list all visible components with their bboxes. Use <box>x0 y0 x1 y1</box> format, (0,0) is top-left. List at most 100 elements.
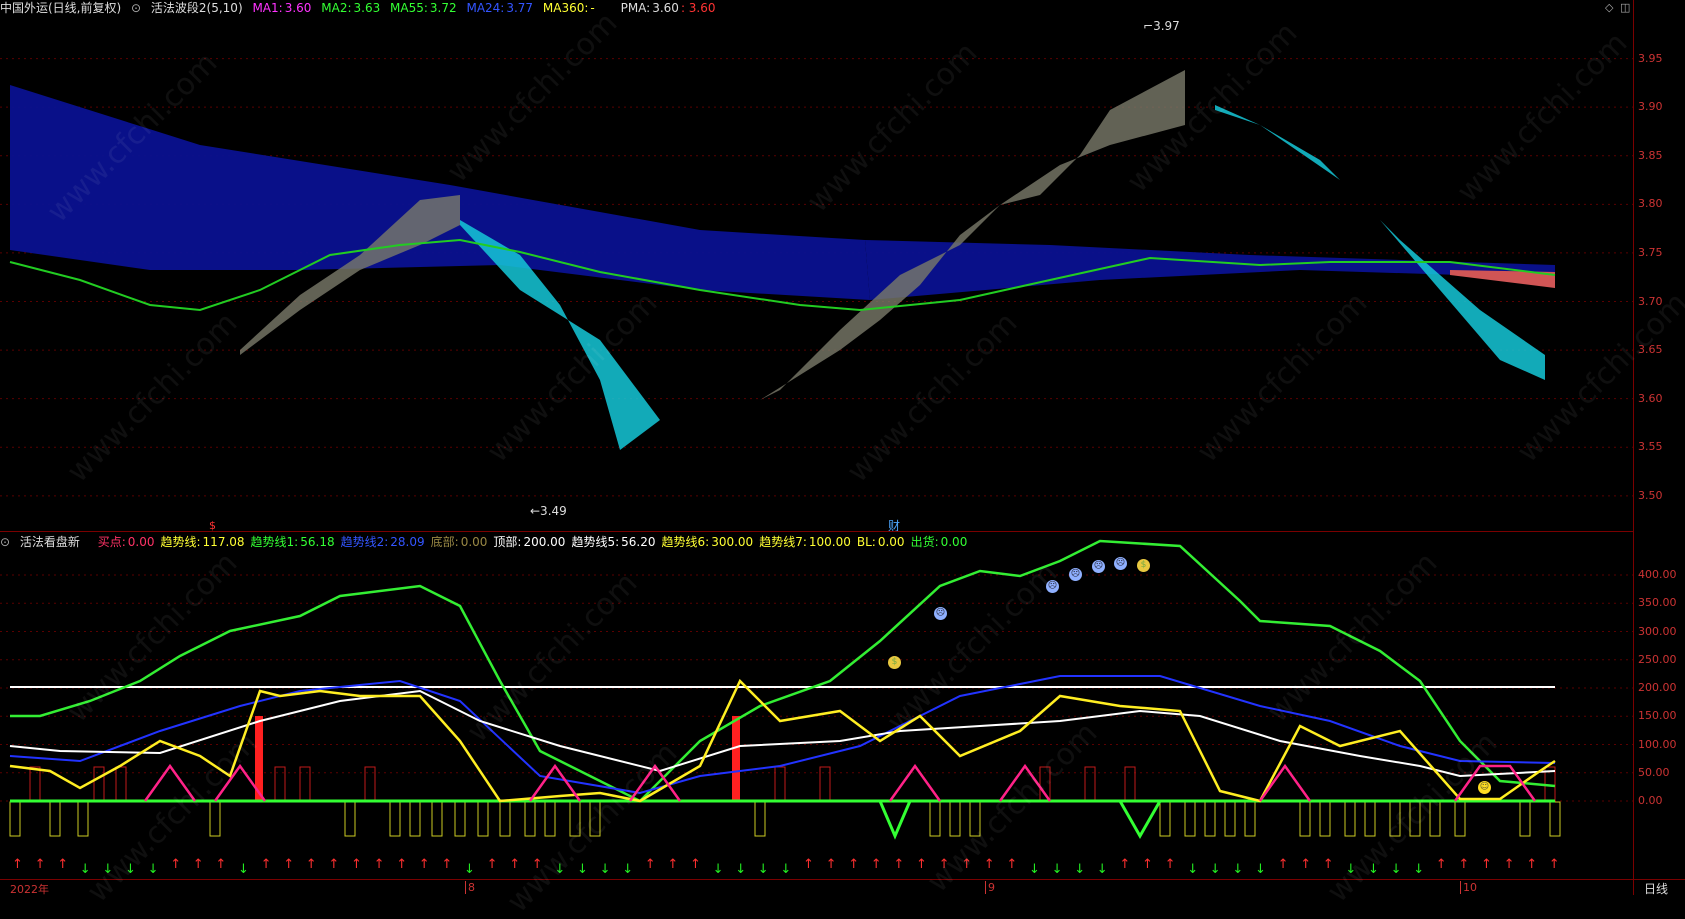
negative-bar <box>754 801 766 837</box>
price-tick: 3.80 <box>1638 197 1663 211</box>
sub-chart-header: ⊙ 活法看盘新 买点: 0.00 趋势线: 117.08 趋势线1: 56.18 趋势线2:… <box>0 534 979 550</box>
date-label-oct: 10 <box>1460 881 1477 894</box>
ma24-label: MA24: <box>466 1 505 15</box>
down-arrow-icon: ↓ <box>1210 862 1221 877</box>
price-tick: 3.70 <box>1638 294 1663 308</box>
money-bag-icon: $ <box>888 656 901 669</box>
up-arrow-icon: ↑ <box>1323 857 1334 872</box>
down-arrow-icon: ↓ <box>80 862 91 877</box>
sub-item-value: 0.00 <box>940 535 968 549</box>
up-arrow-icon: ↑ <box>306 857 317 872</box>
sub-item-value: 0.00 <box>877 535 905 549</box>
panel-separator[interactable] <box>0 531 1633 532</box>
up-arrow-icon: ↑ <box>1142 857 1153 872</box>
negative-bar <box>454 801 466 837</box>
up-arrow-icon: ↑ <box>939 857 950 872</box>
up-arrow-icon: ↑ <box>826 857 837 872</box>
ma2-value: 3.63 <box>353 1 381 15</box>
down-arrow-icon: ↓ <box>1187 862 1198 877</box>
up-arrow-icon: ↑ <box>1458 857 1469 872</box>
down-arrow-icon: ↓ <box>1052 862 1063 877</box>
up-arrow-icon: ↑ <box>1300 857 1311 872</box>
sub-indicator-toggle-icon[interactable]: ⊙ <box>0 535 10 549</box>
sub-item-label: BL: <box>856 535 876 549</box>
oscillator-chart[interactable]: ↑ ↑ ↑ ↓ ↓ ↓ ↓ ↑ ↑ ↑ ↓ ↑ ↑ ↑ ↑ ↑ ↑ ↑ ↑ ↑ ↓ ↑ ↑ ↑ ↓ ↓ ↓ ↓ ↑ ↑ ↑ ↓ ↓ ↓ ↓ ↑ ↑ ↑ ↑ ↑… <box>0 531 1633 879</box>
negative-bar <box>949 801 961 837</box>
up-arrow-icon: ↑ <box>351 857 362 872</box>
sub-indicator-name[interactable]: 活法看盘新 <box>20 535 80 549</box>
green-dips <box>878 800 1162 840</box>
down-arrow-icon: ↓ <box>622 862 633 877</box>
price-axis[interactable]: 3.95 3.90 3.85 3.80 3.75 3.70 3.65 3.60 3.55 3.50… <box>1633 0 1685 896</box>
price-tick: 3.65 <box>1638 343 1663 357</box>
down-arrow-icon: ↓ <box>735 862 746 877</box>
down-arrow-icon: ↓ <box>1345 862 1356 877</box>
sub-item-value: 117.08 <box>202 535 245 549</box>
up-arrow-icon: ↑ <box>1278 857 1289 872</box>
indicator-name[interactable]: 活法波段2(5,10) <box>151 1 243 15</box>
up-arrow-icon: ↑ <box>396 857 407 872</box>
price-chart[interactable] <box>0 0 1633 531</box>
sub-item-label: 趋势线6: <box>661 535 710 549</box>
negative-bar <box>1454 801 1466 837</box>
up-arrow-icon: ↑ <box>1006 857 1017 872</box>
up-arrow-icon: ↑ <box>1436 857 1447 872</box>
up-arrow-icon: ↑ <box>690 857 701 872</box>
down-arrow-icon: ↓ <box>238 862 249 877</box>
negative-bar <box>544 801 556 837</box>
trend-line-1-green <box>10 539 1556 803</box>
diamond-icon[interactable]: ◇ <box>1605 1 1613 14</box>
high-price-label: 3.97 <box>1153 19 1180 33</box>
negative-bar <box>499 801 511 837</box>
up-arrow-icon: ↑ <box>57 857 68 872</box>
sub-item-value: 0.00 <box>127 535 155 549</box>
negative-bar <box>1364 801 1376 837</box>
price-tick: 3.60 <box>1638 391 1663 405</box>
down-arrow-icon: ↓ <box>125 862 136 877</box>
negative-bar <box>344 801 356 837</box>
up-arrow-icon: ↑ <box>848 857 859 872</box>
ma55-value: 3.72 <box>429 1 457 15</box>
negative-bar <box>1549 801 1561 837</box>
negative-bar <box>77 801 89 837</box>
pma-value-2: : 3.60 <box>680 1 716 15</box>
sub-item-label: 顶部: <box>493 535 522 549</box>
date-axis[interactable]: 2022年 8 9 10 <box>0 879 1685 896</box>
up-arrow-icon: ↑ <box>1481 857 1492 872</box>
up-arrow-icon: ↑ <box>283 857 294 872</box>
up-arrow-icon: ↑ <box>871 857 882 872</box>
negative-bar <box>1159 801 1171 837</box>
sub-item-label: 出货: <box>910 535 939 549</box>
price-tick: 3.50 <box>1638 488 1663 502</box>
up-arrow-icon: ↑ <box>509 857 520 872</box>
signal-arrows: ↑ ↑ ↑ ↓ ↓ ↓ ↓ ↑ ↑ ↑ ↓ ↑ ↑ ↑ ↑ ↑ ↑ ↑ ↑ ↑ ↓ ↑ ↑ ↑ ↓ ↓ ↓ ↓ ↑ ↑ ↑ ↓ ↓ ↓ ↓ ↑ ↑ ↑ ↑ ↑… <box>12 857 1560 877</box>
sad-face-icon: ☹ <box>1046 580 1059 593</box>
down-arrow-icon: ↓ <box>1074 862 1085 877</box>
sub-item-value: 56.20 <box>621 535 656 549</box>
up-arrow-icon: ↑ <box>193 857 204 872</box>
oscillator-tick: 0.00 <box>1638 794 1663 807</box>
negative-bar <box>569 801 581 837</box>
price-tick: 3.55 <box>1638 440 1663 454</box>
negative-bar <box>1224 801 1236 837</box>
ma-cloud <box>10 85 870 300</box>
price-tick: 3.85 <box>1638 148 1663 162</box>
down-arrow-icon: ↓ <box>464 862 475 877</box>
up-arrow-icon: ↑ <box>803 857 814 872</box>
negative-bar <box>1319 801 1331 837</box>
negative-bars <box>9 801 1561 837</box>
oscillator-tick: 50.00 <box>1638 765 1670 779</box>
down-arrow-icon: ↓ <box>1255 862 1266 877</box>
negative-bar <box>431 801 443 837</box>
oscillator-tick: 400.00 <box>1638 568 1677 581</box>
negative-bar <box>524 801 536 837</box>
indicator-toggle-icon[interactable]: ⊙ <box>131 1 141 15</box>
trend-line-2-blue <box>9 675 1556 795</box>
sad-face-icon: ☹ <box>934 607 947 620</box>
sub-item-value: 28.09 <box>390 535 425 549</box>
pma-label: PMA: <box>620 1 651 15</box>
stock-title[interactable]: 中国外运(日线,前复权) <box>0 1 121 15</box>
high-marker: ⌐3.97 <box>1143 19 1180 33</box>
panel-toggle-icon[interactable]: ◫ <box>1620 1 1630 14</box>
negative-bar <box>1204 801 1216 837</box>
